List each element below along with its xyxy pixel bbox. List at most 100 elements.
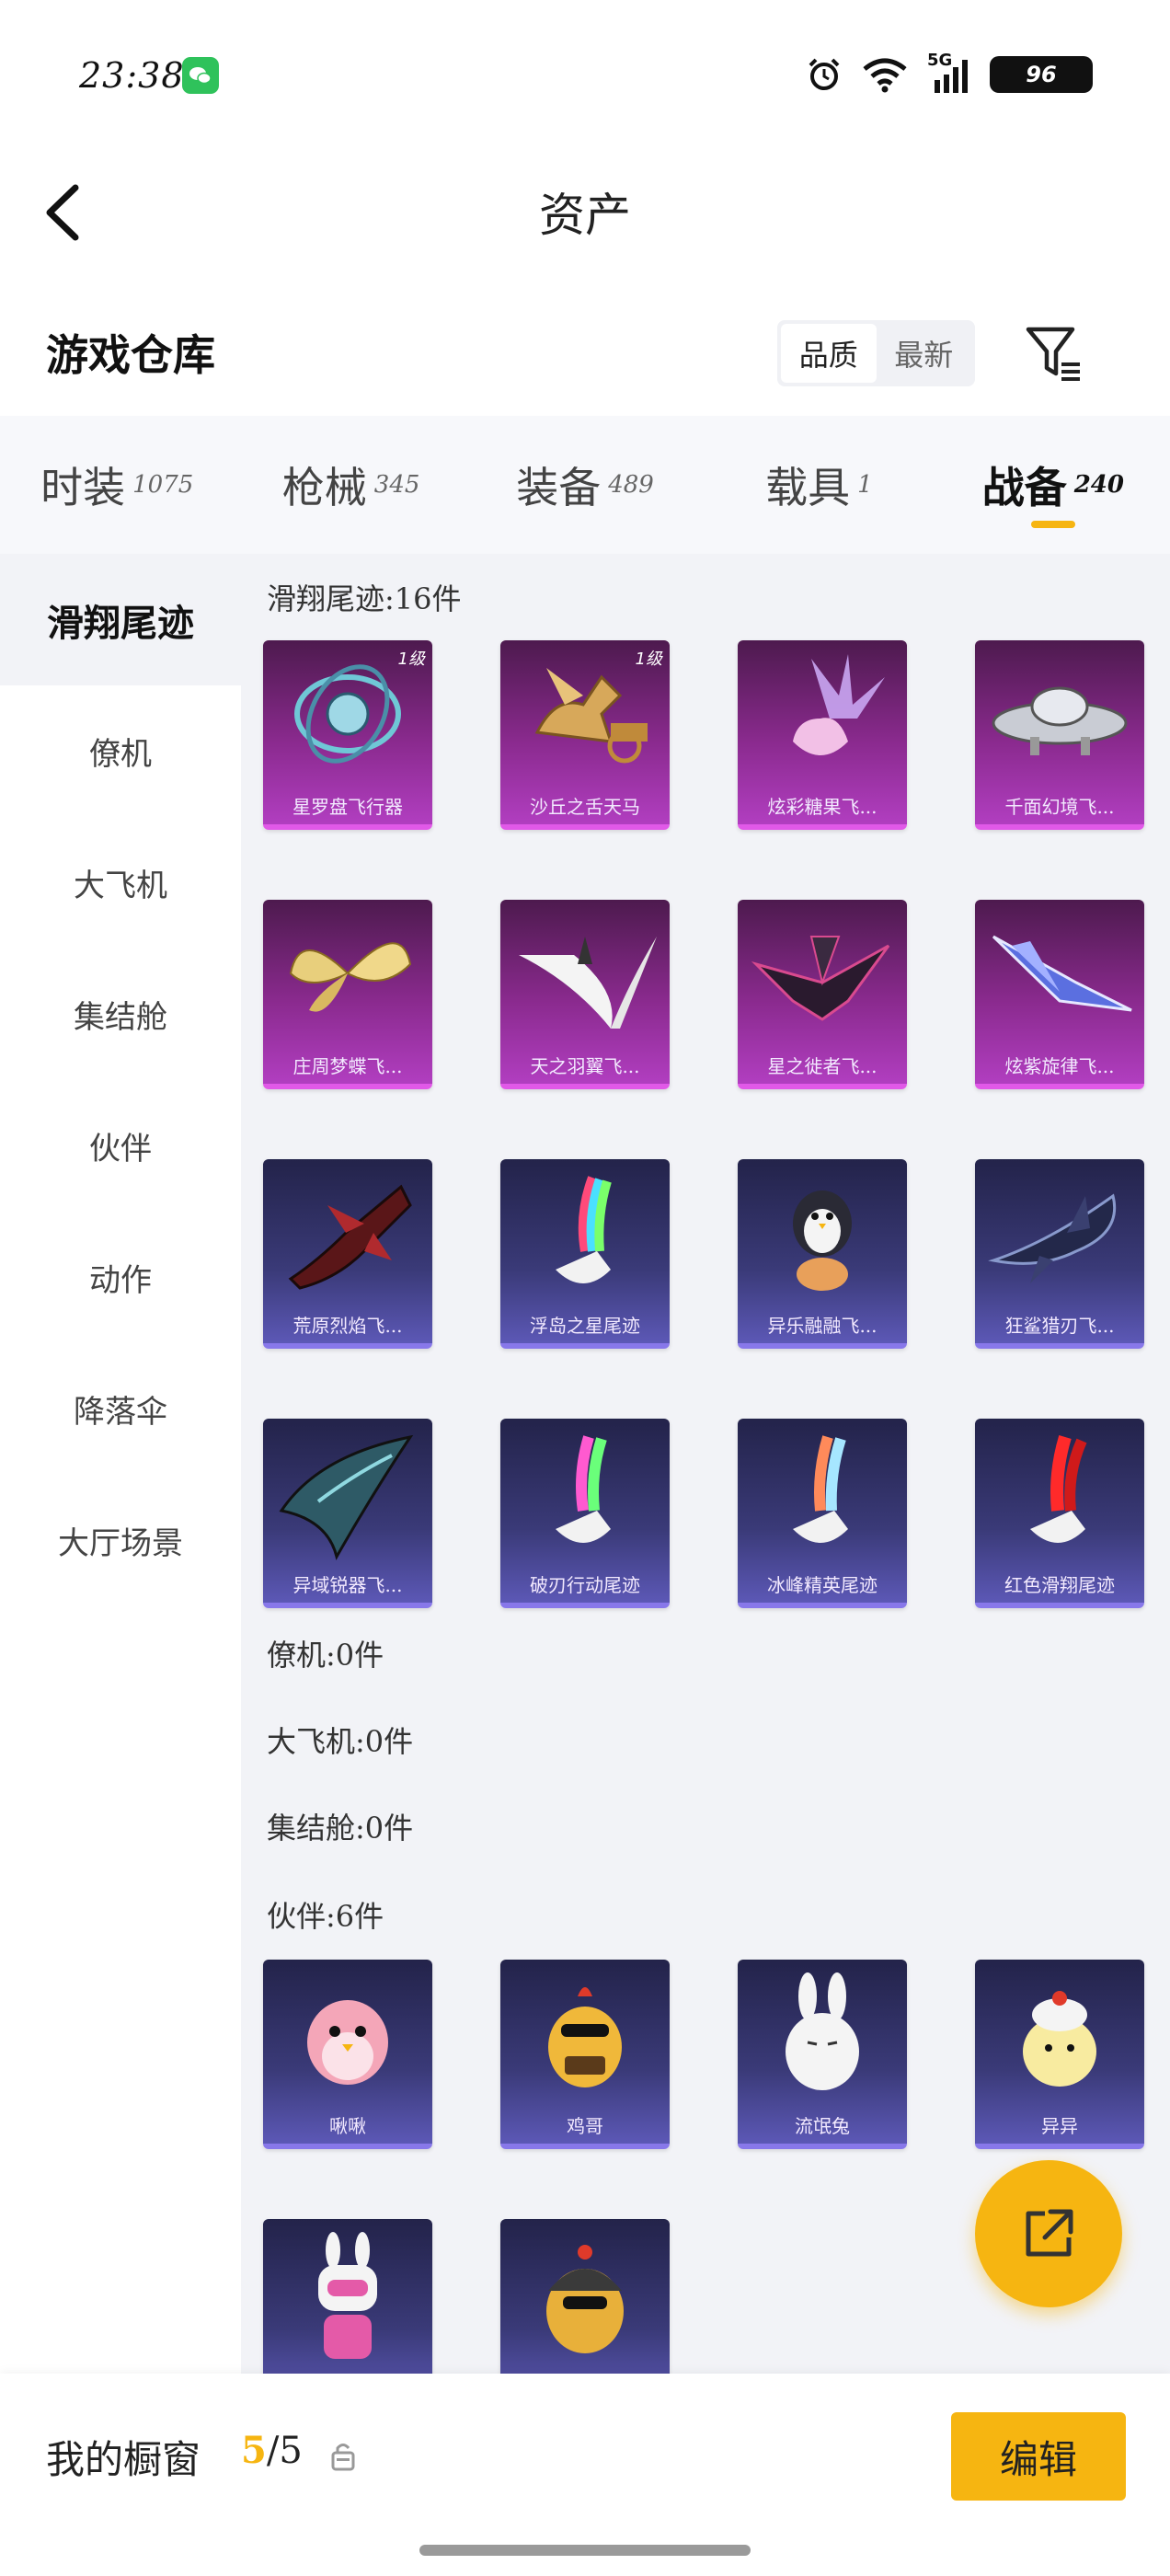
item-name: 破刃行动尾迹 xyxy=(530,1574,640,1596)
item-card[interactable]: 1级 星罗盘飞行器 xyxy=(263,640,432,830)
wechat-icon xyxy=(182,57,219,94)
chick-icon xyxy=(1023,1991,1096,2087)
teal-wing-icon xyxy=(279,1434,414,1560)
active-tab-indicator xyxy=(1030,521,1075,528)
helmet-chicken-icon xyxy=(546,2245,624,2353)
tab-count: 345 xyxy=(373,471,420,499)
level-badge: 1级 xyxy=(397,650,425,669)
item-card[interactable]: 浮岛之星尾迹 xyxy=(500,1159,670,1349)
showcase-label: 我的橱窗 xyxy=(46,2437,201,2482)
penguin-icon xyxy=(793,1190,852,1291)
level-badge: 1级 xyxy=(635,650,662,669)
shark-glider-icon xyxy=(988,1193,1117,1283)
chicken-icon xyxy=(548,1987,622,2087)
wifi-icon xyxy=(863,58,907,93)
sidebar-item-wingman[interactable]: 僚机 xyxy=(0,685,241,817)
tab-count: 240 xyxy=(1073,471,1124,499)
sidebar-item-lobby-scene[interactable]: 大厅场景 xyxy=(0,1475,241,1606)
tab-vehicles[interactable]: 载具 1 xyxy=(702,416,935,554)
item-name: 炫彩糖果飞... xyxy=(767,796,878,818)
item-card[interactable]: 流氓兔 xyxy=(738,1960,907,2149)
blue-glider-icon xyxy=(992,935,1132,1012)
sidebar: 滑翔尾迹 僚机 大飞机 集结舱 伙伴 动作 降落伞 大厅场景 xyxy=(0,554,241,2374)
crystal-candy-icon xyxy=(793,654,885,755)
sidebar-item-glide-trail[interactable]: 滑翔尾迹 xyxy=(0,554,241,685)
header: 资产 xyxy=(0,147,1170,276)
item-card[interactable]: 炫紫旋律飞... xyxy=(975,900,1144,1089)
tab-count: 1 xyxy=(857,471,873,499)
warehouse-header: 游戏仓库 品质 最新 xyxy=(0,276,1170,416)
item-name: 荒原烈焰飞... xyxy=(292,1315,403,1337)
item-card[interactable]: 鸡哥 xyxy=(500,1960,670,2149)
tab-label: 载具 xyxy=(765,463,851,512)
item-card[interactable]: 星之徙者飞... xyxy=(738,900,907,1089)
item-card[interactable]: 狂鲨猎刃飞... xyxy=(975,1159,1144,1349)
tab-label: 时装 xyxy=(40,463,126,512)
filter-icon[interactable] xyxy=(1023,322,1085,385)
sidebar-item-partner[interactable]: 伙伴 xyxy=(0,1080,241,1212)
pink-bird-icon xyxy=(307,2000,388,2085)
item-card[interactable]: 异异 xyxy=(975,1960,1144,2149)
lock-icon[interactable] xyxy=(329,2440,357,2471)
sidebar-item-big-plane[interactable]: 大飞机 xyxy=(0,817,241,949)
section-title-trails: 滑翔尾迹:16件 xyxy=(267,581,462,616)
battery-indicator: 96 xyxy=(990,56,1093,93)
item-name: 啾啾 xyxy=(329,2115,366,2137)
item-name: 异异 xyxy=(1041,2115,1078,2137)
showcase-count: 5/5 xyxy=(241,2429,303,2472)
tab-count: 489 xyxy=(608,471,654,499)
item-name: 鸡哥 xyxy=(567,2115,603,2137)
item-card[interactable]: 天之羽翼飞... xyxy=(500,900,670,1089)
sort-quality-button[interactable]: 品质 xyxy=(781,324,877,383)
home-indicator[interactable] xyxy=(419,2545,751,2556)
tab-fashion[interactable]: 时装 1075 xyxy=(0,416,234,554)
item-card[interactable]: 荒原烈焰飞... xyxy=(263,1159,432,1349)
status-bar: 23:38 5G 96 xyxy=(0,0,1170,147)
item-card[interactable] xyxy=(263,2219,432,2374)
item-name: 狂鲨猎刃飞... xyxy=(1004,1315,1115,1337)
item-name: 炫紫旋律飞... xyxy=(1004,1055,1115,1077)
bottom-bar: 我的橱窗 5/5 编辑 xyxy=(0,2374,1170,2576)
status-icons: 5G 96 xyxy=(806,51,1093,96)
item-name: 红色滑翔尾迹 xyxy=(1004,1574,1115,1596)
rainbow-trail-icon xyxy=(556,1176,612,1283)
sidebar-item-emote[interactable]: 动作 xyxy=(0,1212,241,1343)
item-grid-area: 滑翔尾迹:16件 1级 星罗盘飞行器 1级 沙丘之舌天马 炫彩糖果飞... 千面… xyxy=(241,554,1170,2374)
item-card[interactable]: 红色滑翔尾迹 xyxy=(975,1419,1144,1608)
section-title-assembly-pod: 集结舱:0件 xyxy=(267,1811,414,1846)
share-button[interactable] xyxy=(975,2160,1122,2307)
butterfly-icon xyxy=(289,942,412,1012)
item-card[interactable]: 异乐融融飞... xyxy=(738,1159,907,1349)
feather-wing-icon xyxy=(519,937,657,1029)
tab-combat-gear[interactable]: 战备 240 xyxy=(936,416,1170,554)
item-name: 星罗盘飞行器 xyxy=(292,796,403,818)
item-name: 异域锐器飞... xyxy=(292,1574,403,1596)
item-name: 天之羽翼飞... xyxy=(530,1055,640,1077)
edit-button[interactable]: 编辑 xyxy=(951,2412,1126,2501)
sidebar-item-assembly-pod[interactable]: 集结舱 xyxy=(0,949,241,1080)
item-card[interactable]: 炫彩糖果飞... xyxy=(738,640,907,830)
item-card[interactable]: 异域锐器飞... xyxy=(263,1419,432,1608)
external-link-icon xyxy=(1026,2209,1073,2257)
green-pink-trail-icon xyxy=(556,1435,611,1543)
item-card[interactable]: 冰峰精英尾迹 xyxy=(738,1419,907,1608)
tab-label: 枪械 xyxy=(281,463,367,512)
tab-guns[interactable]: 枪械 345 xyxy=(234,416,467,554)
item-card[interactable]: 千面幻境飞... xyxy=(975,640,1144,830)
dark-wing-icon xyxy=(751,936,890,1021)
sort-newest-button[interactable]: 最新 xyxy=(877,324,972,383)
item-card[interactable] xyxy=(500,2219,670,2374)
item-name: 沙丘之舌天马 xyxy=(530,796,640,818)
tab-equipment[interactable]: 装备 489 xyxy=(468,416,702,554)
pink-robot-icon xyxy=(318,2232,377,2359)
item-card[interactable]: 庄周梦蝶飞... xyxy=(263,900,432,1089)
item-card[interactable]: 破刃行动尾迹 xyxy=(500,1419,670,1608)
item-card[interactable]: 1级 沙丘之舌天马 xyxy=(500,640,670,830)
sort-toggle: 品质 最新 xyxy=(777,320,975,386)
red-trail-icon xyxy=(1030,1434,1087,1543)
item-name: 庄周梦蝶飞... xyxy=(292,1055,403,1077)
section-title-wingman: 僚机:0件 xyxy=(267,1638,384,1673)
sidebar-item-parachute[interactable]: 降落伞 xyxy=(0,1343,241,1475)
item-card[interactable]: 啾啾 xyxy=(263,1960,432,2149)
cellular-icon: 5G xyxy=(927,51,971,95)
